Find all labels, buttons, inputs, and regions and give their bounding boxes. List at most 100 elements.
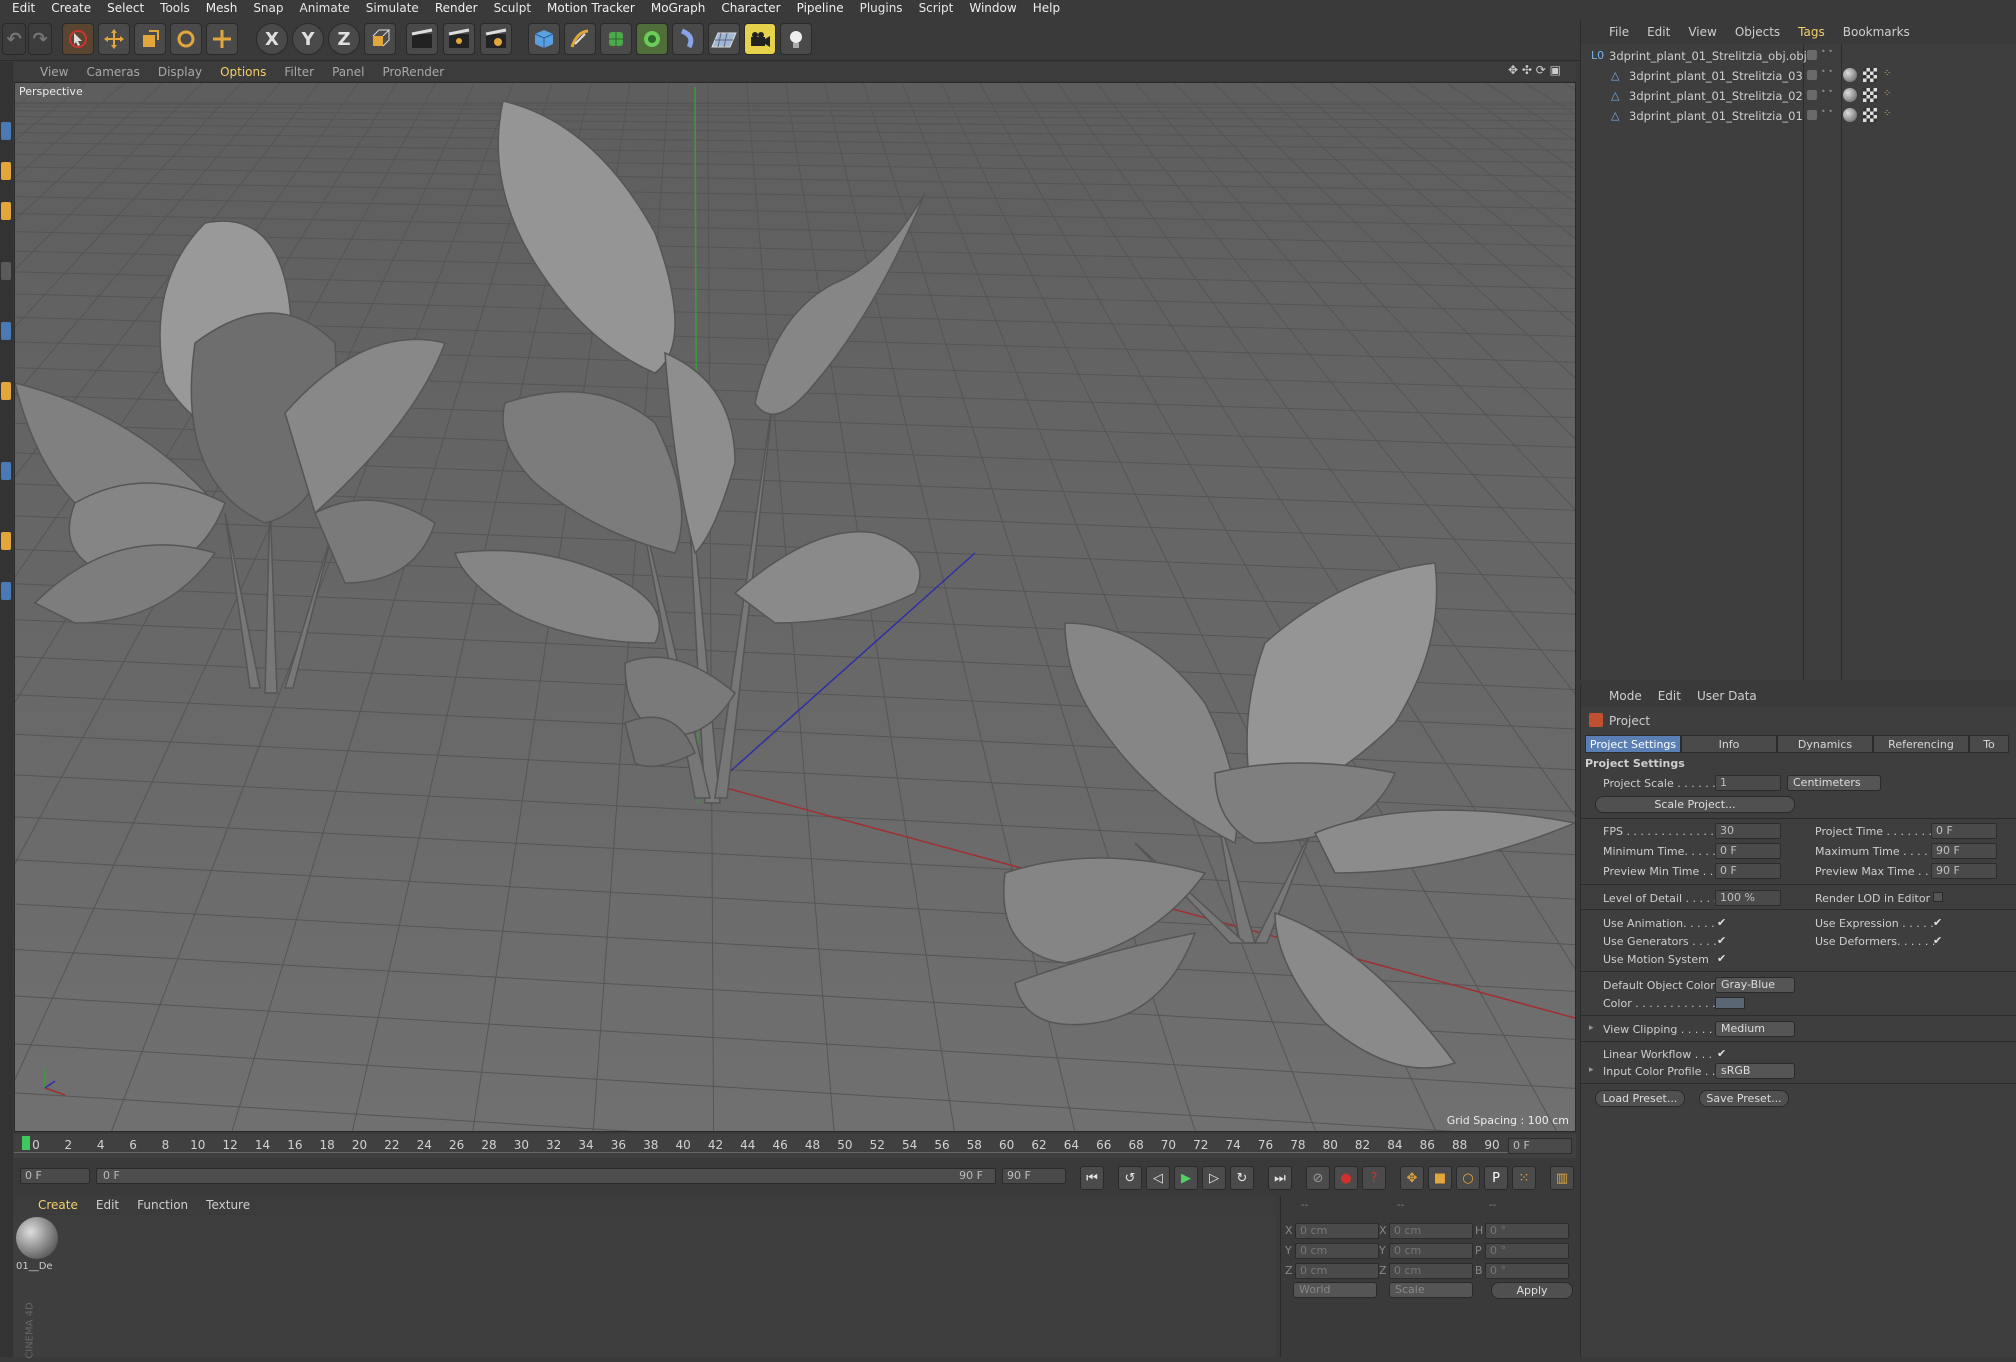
menu-item-help[interactable]: Help [1033,1,1060,15]
attribute-menu-mode[interactable]: Mode [1609,689,1642,703]
object-menu-tags[interactable]: Tags [1798,25,1825,39]
tab-info[interactable]: Info [1681,735,1777,753]
previous-frame-icon[interactable]: ◁ [1146,1166,1170,1190]
menu-item-create[interactable]: Create [51,1,91,15]
tab-dynamics[interactable]: Dynamics [1777,735,1873,753]
max-time-field[interactable]: 90 F [1931,843,1997,859]
material-tag-icon[interactable]: ⁘ [1883,108,1891,119]
project-scale-field[interactable]: 1 [1715,775,1781,791]
object-menu-file[interactable]: File [1609,25,1629,39]
z-axis-icon[interactable]: Z [328,23,360,55]
object-name[interactable]: 3dprint_plant_01_Strelitzia_01 [1629,109,1803,123]
axis-mode-icon[interactable] [1,382,11,400]
menu-item-mesh[interactable]: Mesh [206,1,238,15]
tab-referencing[interactable]: Referencing [1873,735,1969,753]
rotate-icon[interactable] [170,23,202,55]
view-clipping-dropdown[interactable]: Medium [1715,1021,1795,1037]
use-deformers-checkbox[interactable]: ✔ [1933,935,1944,946]
viewport-menu-options[interactable]: Options [220,65,266,79]
attribute-menu-user-data[interactable]: User Data [1697,689,1757,703]
menu-item-motion-tracker[interactable]: Motion Tracker [547,1,635,15]
x-axis-icon[interactable]: X [256,23,288,55]
coord-field[interactable]: 0 ° [1485,1223,1569,1239]
point-level-icon[interactable]: ⁙ [1512,1166,1536,1190]
timeline-icon[interactable]: ▥ [1550,1166,1574,1190]
object-row[interactable]: △ 3dprint_plant_01_Strelitzia_02 • • ⁘ [1581,86,2016,106]
coord-field[interactable]: 0 cm [1295,1243,1379,1259]
menu-item-snap[interactable]: Snap [253,1,283,15]
editor-render-dots-icon[interactable]: • • [1821,108,1833,116]
floor-icon[interactable] [708,23,740,55]
object-menu-bookmarks[interactable]: Bookmarks [1843,25,1910,39]
move-icon[interactable] [98,23,130,55]
current-frame-field[interactable]: 0 F [1508,1138,1572,1154]
rotate-key-icon[interactable]: ○ [1456,1166,1480,1190]
menu-item-edit[interactable]: Edit [12,1,35,15]
viewport-menu-filter[interactable]: Filter [284,65,314,79]
viewport-menu-view[interactable]: View [40,65,68,79]
perspective-viewport[interactable]: Perspective Grid Spacing : 100 cm [14,82,1576,1132]
scale-unit-dropdown[interactable]: Centimeters [1787,775,1881,791]
subdivision-icon[interactable] [600,23,632,55]
menu-item-render[interactable]: Render [435,1,478,15]
min-time-field[interactable]: 0 F [1715,843,1781,859]
menu-item-window[interactable]: Window [969,1,1016,15]
snap-icon[interactable] [1,322,11,340]
coord-field[interactable]: 0 ° [1485,1263,1569,1279]
phong-tag-icon[interactable] [1843,68,1857,82]
color-swatch[interactable] [1715,997,1745,1009]
select-arrow-icon[interactable] [62,23,94,55]
menu-item-animate[interactable]: Animate [300,1,350,15]
solo-icon[interactable] [1,532,11,550]
scale-icon[interactable] [134,23,166,55]
record-icon[interactable]: ⊘ [1306,1166,1330,1190]
coord-field[interactable]: 0 cm [1389,1243,1473,1259]
go-to-end-icon[interactable]: ⏭ [1268,1166,1292,1190]
use-motion-checkbox[interactable]: ✔ [1717,953,1728,964]
project-time-field[interactable]: 0 F [1931,823,1997,839]
polygons-mode-icon[interactable] [1,202,11,220]
param-key-icon[interactable]: P [1484,1166,1508,1190]
preview-min-field[interactable]: 0 F [1715,863,1781,879]
render-lod-checkbox[interactable] [1933,892,1943,902]
use-expression-checkbox[interactable]: ✔ [1933,917,1944,928]
coord-field[interactable]: 0 cm [1295,1223,1379,1239]
coordinate-system-icon[interactable] [364,23,396,55]
editor-render-dots-icon[interactable]: • • [1821,88,1833,96]
object-name[interactable]: 3dprint_plant_01_Strelitzia_03 [1629,69,1803,83]
material-item[interactable]: 01__De [16,1217,58,1277]
tweak-icon[interactable] [1,582,11,600]
menu-item-select[interactable]: Select [107,1,144,15]
scale-key-icon[interactable]: ■ [1428,1166,1452,1190]
input-color-profile-dropdown[interactable]: sRGB [1715,1063,1795,1079]
camera-icon[interactable] [744,23,776,55]
viewport-menu-cameras[interactable]: Cameras [86,65,139,79]
cube-icon[interactable] [528,23,560,55]
pen-icon[interactable] [564,23,596,55]
start-frame-field[interactable]: 0 F [20,1168,90,1184]
object-name[interactable]: 3dprint_plant_01_Strelitzia_obj.obj [1609,49,1807,63]
uvw-tag-icon[interactable] [1863,88,1877,102]
material-menu-function[interactable]: Function [137,1198,188,1212]
scale-project-button[interactable]: Scale Project... [1595,796,1795,813]
menu-item-script[interactable]: Script [919,1,954,15]
lod-field[interactable]: 100 % [1715,890,1781,906]
edges-mode-icon[interactable] [1,162,11,180]
menu-item-tools[interactable]: Tools [160,1,190,15]
light-icon[interactable] [780,23,812,55]
object-row[interactable]: L0 3dprint_plant_01_Strelitzia_obj.obj • • [1581,46,2016,66]
visibility-toggle-icon[interactable] [1807,70,1817,80]
go-to-start-icon[interactable]: ⏮ [1080,1166,1104,1190]
editor-render-dots-icon[interactable]: • • [1821,48,1833,56]
end-frame-field[interactable]: 90 F [1002,1168,1066,1184]
material-menu-create[interactable]: Create [38,1198,78,1212]
visibility-toggle-icon[interactable] [1807,110,1817,120]
object-name[interactable]: 3dprint_plant_01_Strelitzia_02 [1629,89,1803,103]
visibility-toggle-icon[interactable] [1807,50,1817,60]
object-menu-view[interactable]: View [1688,25,1716,39]
render-view-icon[interactable] [406,23,438,55]
workplane-icon[interactable] [1,262,11,280]
render-picture-viewer-icon[interactable] [443,23,475,55]
menu-item-character[interactable]: Character [721,1,780,15]
points-mode-icon[interactable] [1,122,11,140]
